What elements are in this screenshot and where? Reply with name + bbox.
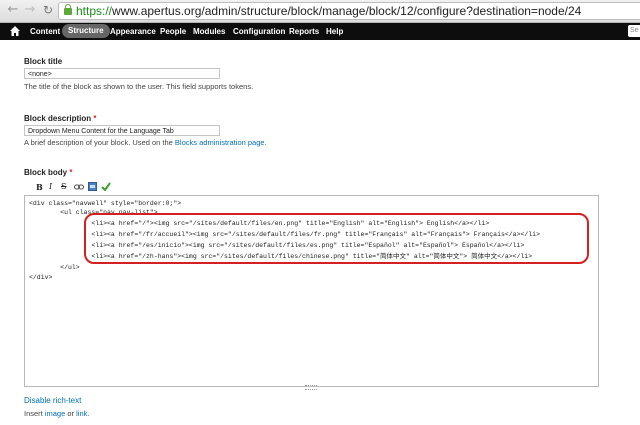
italic-button[interactable]: I [49,182,52,191]
home-icon[interactable] [10,26,20,36]
block-title-description: The title of the block as shown to the u… [24,82,254,91]
code-line: </div> [29,274,53,281]
block-title-input[interactable]: <none> [24,68,220,79]
bold-button[interactable]: B [36,182,43,192]
reload-icon[interactable]: ↻ [40,2,56,18]
browser-toolbar: ← → ↻ https://www.apertus.org/admin/stru… [0,0,640,23]
lock-icon [64,4,72,15]
admin-toolbar: Content Structure Appearance People Modu… [0,23,640,40]
code-line: </ul> [29,264,80,271]
toolbar-item-reports[interactable]: Reports [289,23,319,40]
toolbar-item-configuration[interactable]: Configuration [233,23,285,40]
blocks-admin-link[interactable]: Blocks administration page [175,138,265,147]
toolbar-item-structure[interactable]: Structure [62,24,110,38]
checkmark-icon[interactable] [101,182,111,191]
required-marker: * [93,114,97,123]
block-body-label-text: Block body [24,168,68,177]
insert-or: or [65,409,77,418]
block-title-label: Block title [24,57,63,66]
resize-grip-icon[interactable] [305,385,317,390]
address-bar[interactable]: https://www.apertus.org/admin/structure/… [58,2,640,20]
strikethrough-button[interactable]: S [61,182,66,191]
block-body-label: Block body * [24,168,72,177]
disable-rich-text-link[interactable]: Disable rich-text [24,396,81,405]
block-description-label-text: Block description [24,114,92,123]
toolbar-item-content[interactable]: Content [30,23,60,40]
insert-image-link[interactable]: image [45,409,65,418]
link-icon[interactable] [74,183,84,191]
url-path: www.apertus.org/admin/structure/block/ma… [112,4,582,18]
block-description-help-end: . [264,138,267,147]
red-highlight-annotation [84,213,589,264]
block-description-help: A brief description of your block. Used … [24,138,267,147]
block-description-label: Block description * [24,114,96,123]
toolbar-item-help[interactable]: Help [326,23,343,40]
code-line: <div class="navwell" style="border:0;"> [29,200,182,207]
insert-prefix: Insert [24,409,45,418]
block-description-help-text: A brief description of your block. Used … [24,138,175,147]
toolbar-item-appearance[interactable]: Appearance [110,23,156,40]
toolbar-item-modules[interactable]: Modules [193,23,225,40]
image-icon[interactable] [88,182,97,191]
back-arrow-icon[interactable]: ← [5,2,21,18]
required-marker: * [69,168,73,177]
url-scheme: https:// [76,4,113,18]
insert-link-link[interactable]: link [76,409,87,418]
insert-suffix: . [87,409,90,418]
insert-help: Insert image or link. [24,409,89,418]
forward-arrow-icon[interactable]: → [22,2,38,18]
block-description-input[interactable]: Dropdown Menu Content for the Language T… [24,125,220,136]
toolbar-item-people[interactable]: People [160,23,186,40]
toolbar-search-input[interactable]: Se [628,25,640,37]
